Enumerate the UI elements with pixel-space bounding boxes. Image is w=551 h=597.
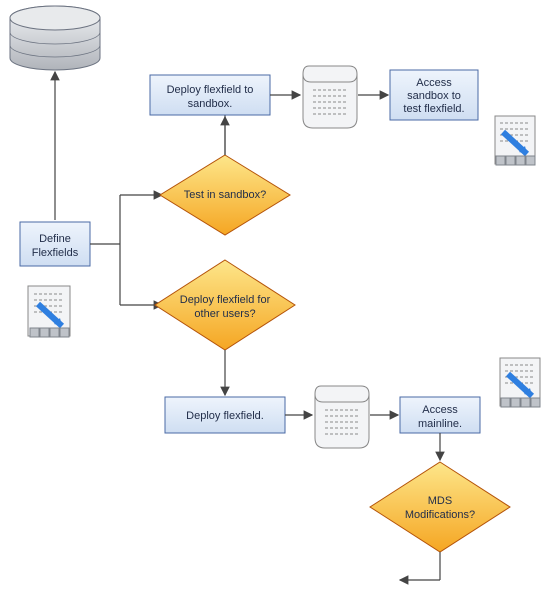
define-l1: Define [39, 233, 71, 245]
screen-icon-3 [500, 358, 540, 407]
screen-icon-2 [495, 116, 535, 165]
mds-l1: MDS [428, 495, 452, 507]
flowchart-canvas: Define Flexfields Test in sandbox? Deplo… [0, 0, 551, 597]
deploy-other-l2: other users? [194, 308, 255, 320]
document-icon-2 [315, 386, 369, 448]
node-test-in-sandbox: Test in sandbox? [160, 155, 290, 235]
node-deploy-sandbox: Deploy flexfield to sandbox. [150, 75, 270, 115]
define-l2: Flexfields [32, 247, 79, 259]
define-split-connector [90, 195, 162, 305]
node-deploy-flexfield: Deploy flexfield. [165, 397, 285, 433]
deploy-sandbox-l2: sandbox. [188, 98, 233, 110]
deploy-l1: Deploy flexfield. [186, 410, 264, 422]
mds-l2: Modifications? [405, 509, 475, 521]
access-sandbox-l2: sandbox to [407, 90, 461, 102]
screen-icon-1 [28, 286, 70, 337]
node-access-mainline: Access mainline. [400, 397, 480, 433]
edge-mds-out [400, 552, 440, 580]
test-sandbox-l1: Test in sandbox? [184, 189, 267, 201]
document-icon-1 [303, 66, 357, 128]
deploy-sandbox-l1: Deploy flexfield to [167, 84, 254, 96]
deploy-other-l1: Deploy flexfield for [180, 294, 271, 306]
access-sandbox-l3: test flexfield. [403, 103, 464, 115]
node-access-sandbox: Access sandbox to test flexfield. [390, 70, 478, 120]
node-deploy-other-users: Deploy flexfield for other users? [155, 260, 295, 350]
access-sandbox-l1: Access [416, 77, 452, 89]
database-icon [10, 6, 100, 70]
access-main-l2: mainline. [418, 418, 462, 430]
access-main-l1: Access [422, 404, 458, 416]
node-define-flexfields: Define Flexfields [20, 222, 90, 266]
node-mds-modifications: MDS Modifications? [370, 462, 510, 552]
